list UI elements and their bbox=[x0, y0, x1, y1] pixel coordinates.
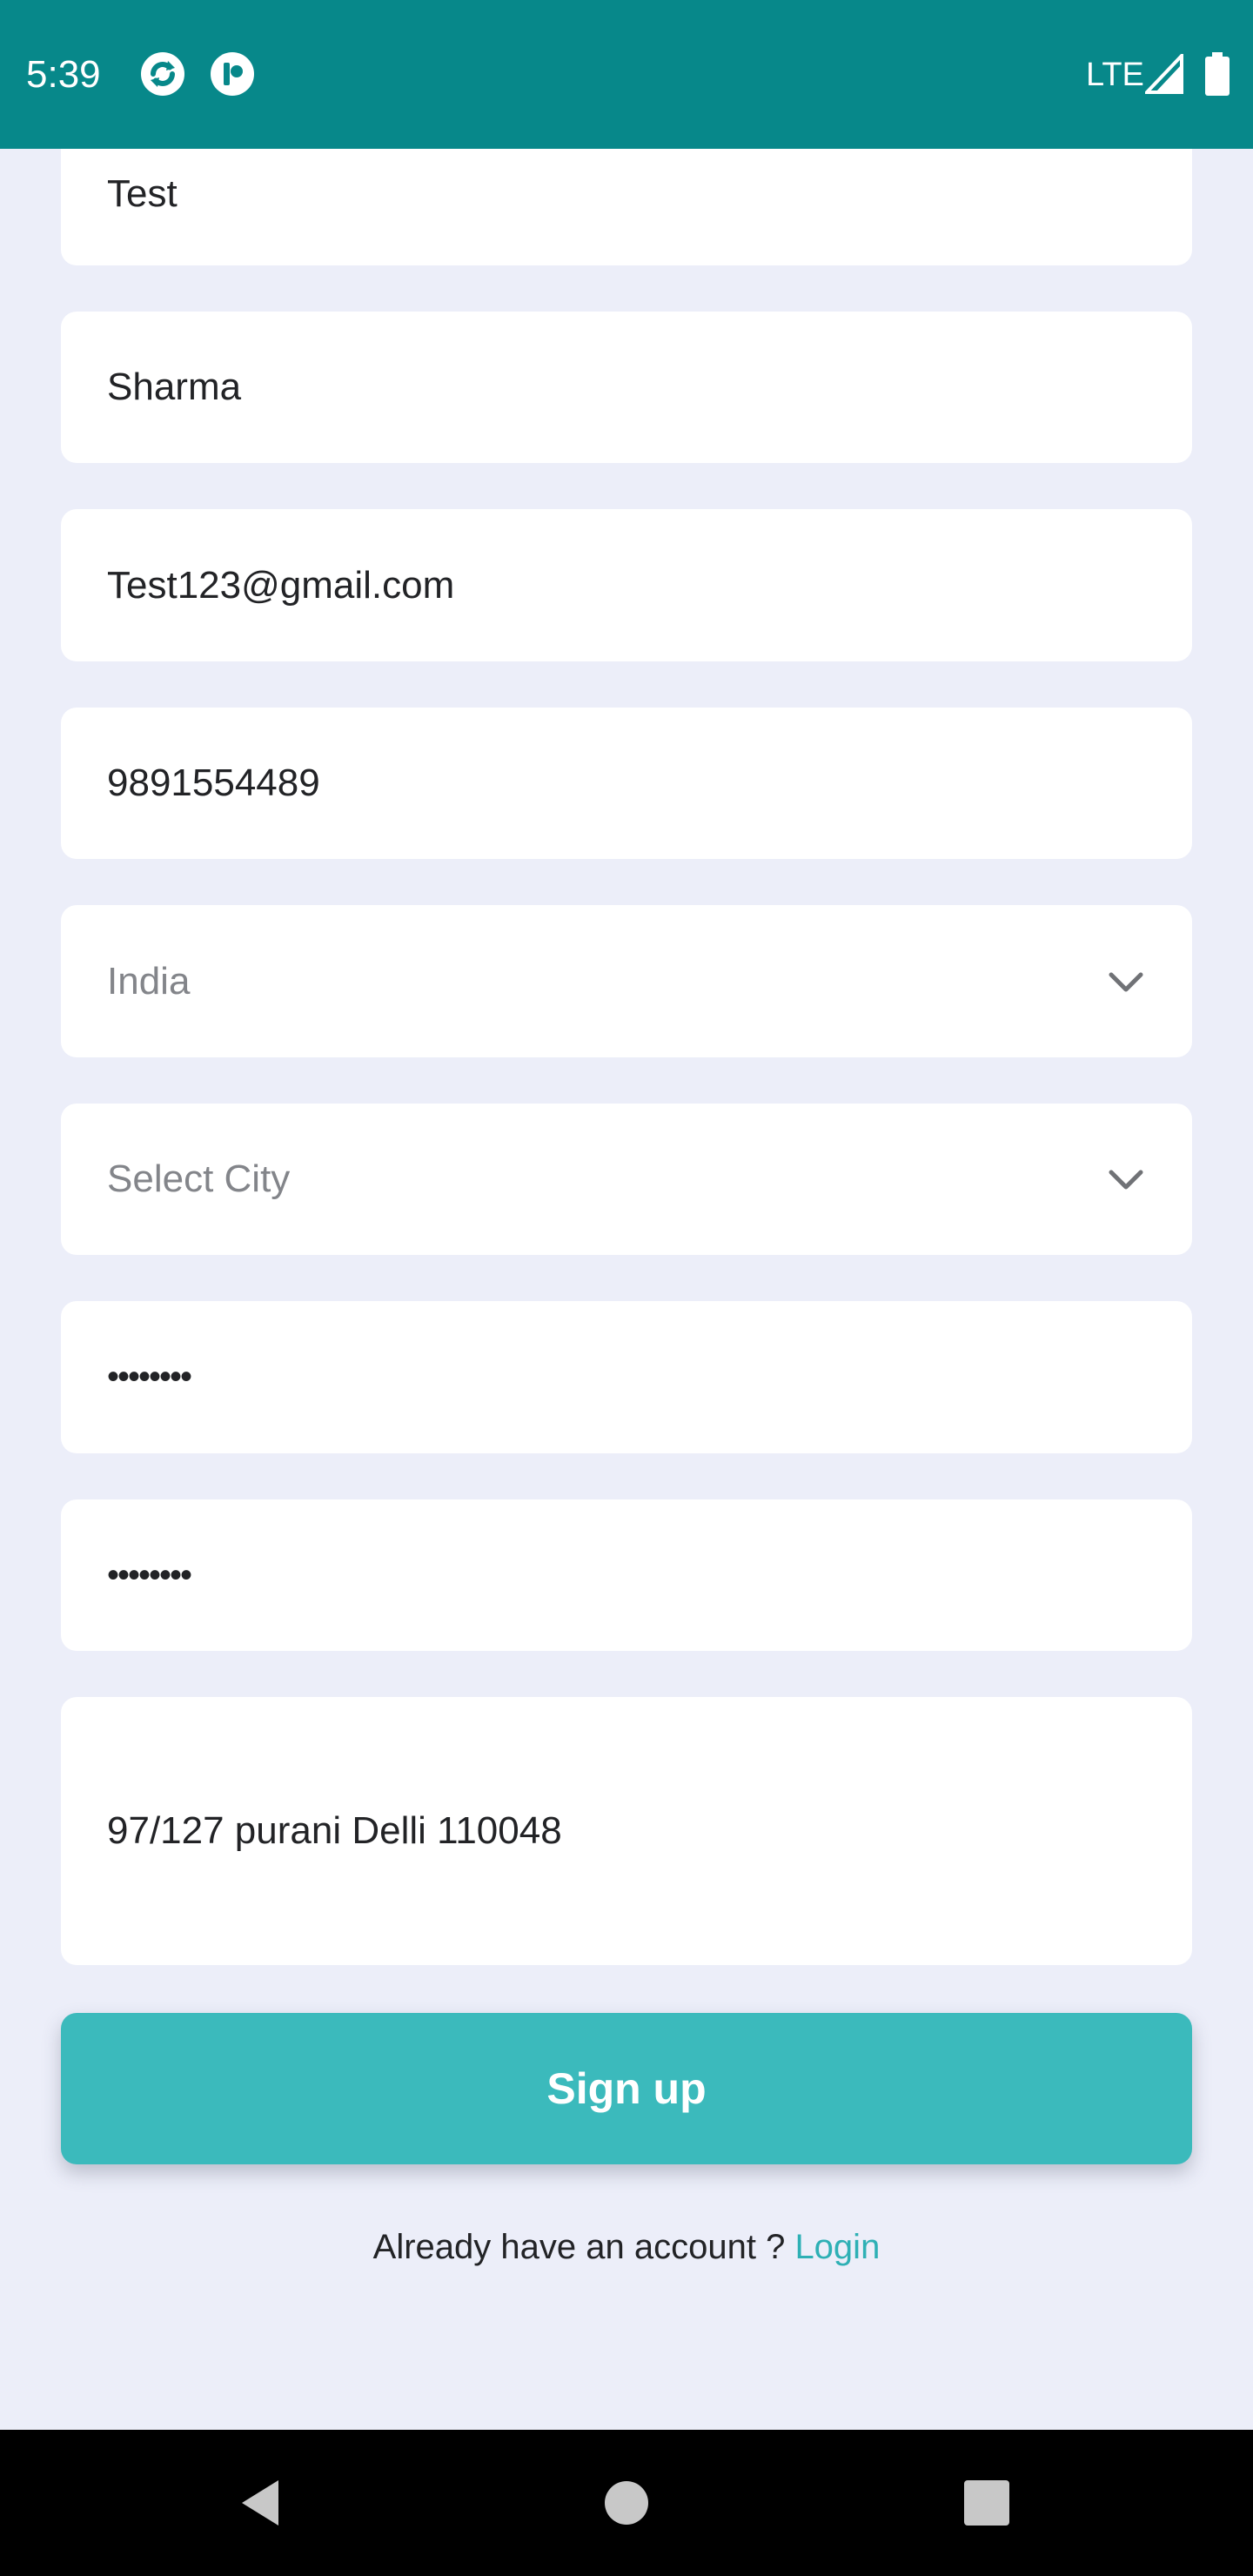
status-time: 5:39 bbox=[26, 53, 101, 96]
email-value: Test123@gmail.com bbox=[107, 563, 455, 607]
phone-field[interactable]: 9891554489 bbox=[61, 708, 1192, 859]
signal-icon bbox=[1145, 54, 1183, 94]
confirm-password-field[interactable]: •••••••• bbox=[61, 1499, 1192, 1651]
city-placeholder: Select City bbox=[107, 1157, 291, 1200]
city-select[interactable]: Select City bbox=[61, 1104, 1192, 1255]
address-field[interactable]: 97/127 purani Delli 110048 bbox=[61, 1697, 1192, 1965]
sync-app-icon bbox=[141, 52, 184, 96]
confirm-password-value: •••••••• bbox=[107, 1555, 192, 1594]
status-bar: 5:39 LTE bbox=[0, 0, 1253, 149]
phone-value: 9891554489 bbox=[107, 761, 320, 804]
password-value: •••••••• bbox=[107, 1358, 192, 1396]
back-icon[interactable] bbox=[224, 2466, 298, 2539]
country-select[interactable]: India bbox=[61, 905, 1192, 1057]
recents-icon[interactable] bbox=[950, 2466, 1023, 2539]
battery-icon bbox=[1205, 52, 1230, 96]
first-name-value: Test bbox=[107, 172, 178, 215]
home-icon[interactable] bbox=[590, 2466, 663, 2539]
last-name-field[interactable]: Sharma bbox=[61, 312, 1192, 463]
network-type-label: LTE bbox=[1086, 57, 1144, 93]
country-selected-value: India bbox=[107, 959, 191, 1003]
signup-form: Test Sharma Test123@gmail.com 9891554489… bbox=[0, 149, 1253, 2430]
chevron-down-icon[interactable] bbox=[1106, 962, 1146, 1002]
last-name-value: Sharma bbox=[107, 366, 242, 408]
address-value: 97/127 purani Delli 110048 bbox=[107, 1809, 562, 1852]
login-prompt-row: Already have an account ? Login bbox=[0, 2224, 1253, 2270]
signup-button[interactable]: Sign up bbox=[61, 2013, 1192, 2164]
app-notification-icon bbox=[211, 52, 254, 96]
chevron-down-icon[interactable] bbox=[1106, 1159, 1146, 1199]
login-link[interactable]: Login bbox=[794, 2228, 880, 2266]
first-name-field[interactable]: Test bbox=[61, 149, 1192, 265]
login-prompt-text: Already have an account ? bbox=[372, 2228, 795, 2266]
email-field[interactable]: Test123@gmail.com bbox=[61, 509, 1192, 661]
system-nav-bar bbox=[0, 2430, 1253, 2576]
password-field[interactable]: •••••••• bbox=[61, 1301, 1192, 1453]
